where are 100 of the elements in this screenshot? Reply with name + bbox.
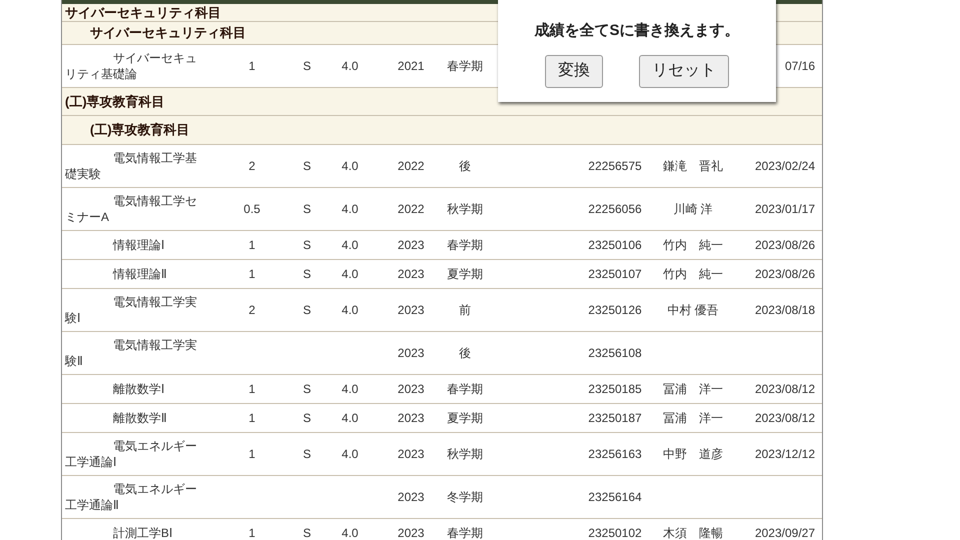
date: 2023/09/27: [754, 526, 815, 540]
course-name: 電気情報工学セミナーA: [65, 193, 198, 225]
teacher-name: 冨浦 洋一: [663, 411, 723, 425]
course-name: 電気エネルギー工学通論Ⅰ: [65, 438, 198, 470]
grade: S: [302, 411, 311, 425]
grade: S: [302, 267, 311, 281]
grade-point: 4.0: [342, 526, 358, 540]
reset-button[interactable]: リセット: [639, 54, 729, 88]
course-number: 22256575: [588, 159, 642, 173]
course-name: サイバーセキュリティ基礎論: [65, 50, 198, 82]
grade: S: [302, 447, 311, 461]
credits: 2: [248, 303, 256, 317]
year: 2021: [398, 59, 424, 73]
grade-point: 4.0: [342, 202, 358, 216]
term: 夏学期: [447, 411, 483, 425]
course-name: 離散数学Ⅱ: [112, 410, 168, 426]
grade: S: [302, 238, 311, 252]
course-number: 23250126: [588, 303, 642, 317]
date: 2023/08/12: [754, 382, 815, 396]
course-number: 23256163: [588, 447, 642, 461]
course-name: 電気情報工学実験Ⅰ: [65, 294, 198, 326]
category-title: (工)専攻教育科目: [64, 92, 165, 111]
grade-point: 4.0: [342, 382, 358, 396]
credits: 1: [248, 59, 256, 73]
teacher-name: 竹内 純一: [663, 238, 723, 252]
credits: 1: [248, 411, 256, 425]
credits: 2: [248, 159, 256, 173]
grade-point: 4.0: [342, 238, 358, 252]
date: 2023/01/17: [754, 202, 815, 216]
grade: S: [302, 202, 311, 216]
year: 2023: [398, 238, 424, 252]
teacher-name: 竹内 純一: [663, 267, 723, 281]
course-name: 計測工学BⅠ: [112, 525, 174, 540]
date: 2023/08/12: [754, 411, 815, 425]
year: 2022: [398, 202, 424, 216]
course-name: 離散数学Ⅰ: [112, 381, 166, 397]
course-name: 電気情報工学実験Ⅱ: [65, 337, 198, 369]
grade: S: [302, 382, 311, 396]
credits: 1: [248, 447, 256, 461]
term: 春学期: [447, 238, 483, 252]
teacher-name: 木須 隆暢: [663, 526, 723, 540]
teacher-name: 川崎 洋: [673, 202, 713, 216]
course-name: 情報理論Ⅰ: [112, 237, 166, 253]
credits: 0.5: [244, 202, 260, 216]
credits: 1: [248, 526, 256, 540]
course-name: 電気エネルギー工学通論Ⅱ: [65, 481, 198, 513]
grade: S: [302, 159, 311, 173]
convert-button[interactable]: 変換: [545, 54, 603, 88]
term: 後: [459, 346, 471, 360]
year: 2023: [398, 303, 424, 317]
grade-point: 4.0: [342, 411, 358, 425]
course-number: 23250187: [588, 411, 642, 425]
year: 2023: [398, 411, 424, 425]
grade-point: 4.0: [342, 303, 358, 317]
course-number: 23250102: [588, 526, 642, 540]
category-title: サイバーセキュリティ科目: [89, 24, 246, 42]
grade-point: 4.0: [342, 59, 358, 73]
course-number: 23256164: [588, 490, 642, 504]
course-number: 23256108: [588, 346, 642, 360]
grade: S: [302, 59, 311, 73]
course-number: 23250107: [588, 267, 642, 281]
term: 春学期: [447, 382, 483, 396]
term: 夏学期: [447, 267, 483, 281]
date: 2023/08/18: [754, 303, 815, 317]
credits: 1: [248, 238, 256, 252]
year: 2023: [398, 382, 424, 396]
grade-point: 4.0: [342, 267, 358, 281]
term: 秋学期: [447, 202, 483, 216]
date: 2023/12/12: [754, 447, 815, 461]
grade: S: [302, 303, 311, 317]
term: 冬学期: [447, 490, 483, 504]
teacher-name: 冨浦 洋一: [663, 382, 723, 396]
date: 07/16: [784, 59, 815, 73]
year: 2023: [398, 526, 424, 540]
year: 2023: [398, 346, 424, 360]
year: 2023: [398, 267, 424, 281]
course-name: 情報理論Ⅱ: [112, 266, 168, 282]
dialog-message: 成績を全てSに書き換えます。: [534, 21, 740, 41]
grade-point: 4.0: [342, 159, 358, 173]
course-number: 23250185: [588, 382, 642, 396]
teacher-name: 中村 優吾: [667, 303, 719, 317]
year: 2022: [398, 159, 424, 173]
term: 後: [459, 159, 471, 173]
term: 春学期: [447, 526, 483, 540]
grade-point: 4.0: [342, 447, 358, 461]
date: 2023/08/26: [754, 267, 815, 281]
date: 2023/08/26: [754, 238, 815, 252]
date: 2023/02/24: [754, 159, 815, 173]
course-name: 電気情報工学基礎実験: [65, 150, 198, 182]
course-number: 22256056: [588, 202, 642, 216]
category-title: (工)専攻教育科目: [89, 121, 190, 140]
teacher-name: 鎌滝 晋礼: [663, 159, 723, 173]
term: 春学期: [447, 59, 483, 73]
category-title: サイバーセキュリティ科目: [64, 4, 221, 22]
term: 秋学期: [447, 447, 483, 461]
grade: S: [302, 526, 311, 540]
year: 2023: [398, 490, 424, 504]
term: 前: [459, 303, 471, 317]
year: 2023: [398, 447, 424, 461]
teacher-name: 中野 道彦: [663, 447, 723, 461]
